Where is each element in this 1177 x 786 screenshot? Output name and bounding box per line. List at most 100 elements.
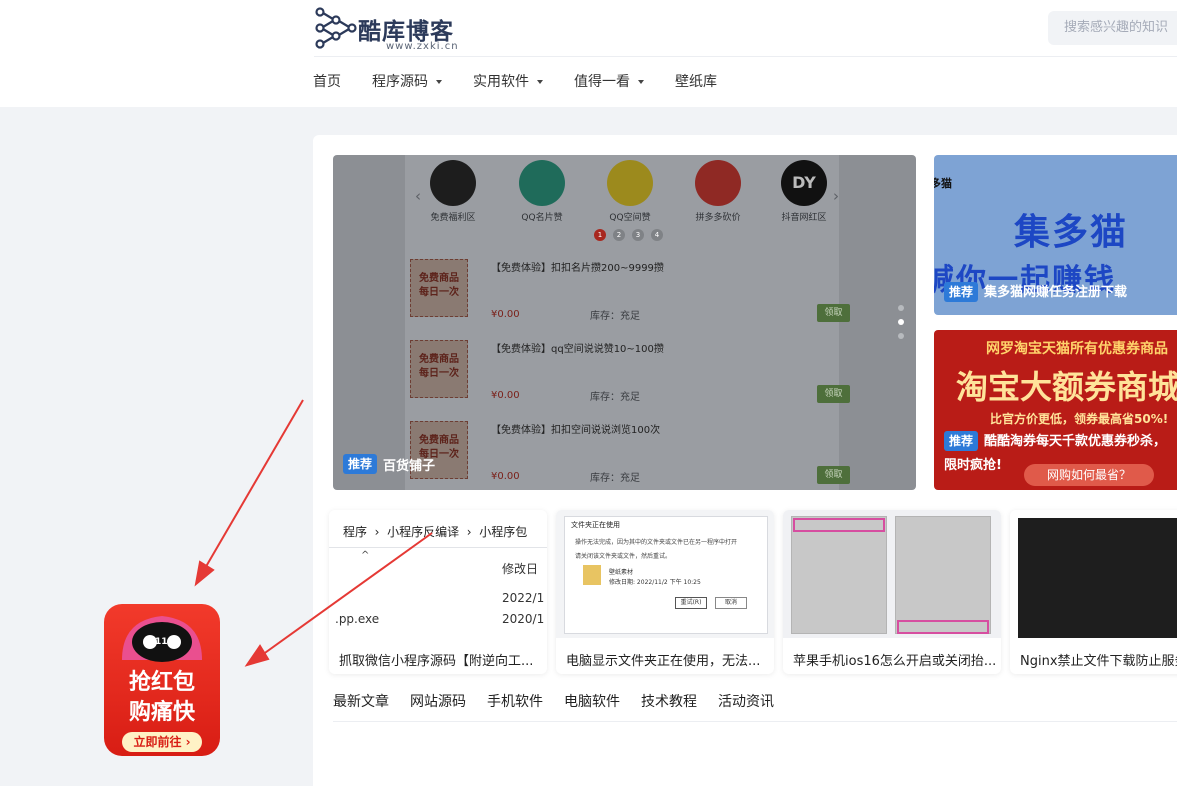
dialog-line: 操作无法完成，因为其中的文件夹或文件已在另一程序中打开 [575,539,738,546]
nav-label: 壁纸库 [675,74,717,90]
product-row[interactable]: 免费商品 每日一次 【免费体验】扣扣名片攒200~9999攒 ¥0.00 库存：充… [405,253,850,333]
breadcrumb-part: 程序 [343,525,368,539]
nav-label: 实用软件 [473,74,529,90]
folder-name: 壁纸素材 [609,569,634,576]
ad-brand: 双11 [146,637,168,647]
icon-label: QQ空间赞 [609,213,651,223]
banner-jiduomao[interactable]: 多猫 集多猫 喊你一起赚钱 推荐 集多猫网赚任务注册下载 [934,155,1177,315]
thumbs-up-icon [519,160,565,206]
nav-item-software[interactable]: 实用软件 [473,72,543,92]
tab-latest[interactable]: 最新文章 [333,691,389,711]
page-dot[interactable]: 1 [594,229,606,241]
douyin-icon: DY [781,160,827,206]
retry-button: 重试(R) [675,597,707,609]
carousel-caption[interactable]: 推荐 百货铺子 [343,454,435,474]
product-stock: 库存：充足 [590,473,640,484]
product-row[interactable]: 免费商品 每日一次 【免费体验】扣扣空间说说浏览100次 ¥0.00 库存：充足 … [405,415,850,490]
pinduoduo-icon [695,160,741,206]
banner-caption-text-2: 限时疯抢! [944,458,1002,473]
article-card[interactable]: 文件夹正在使用 操作无法完成，因为其中的文件夹或文件已在另一程序中打开 请关闭该… [556,510,774,674]
arrow-head [194,560,215,587]
nav-label: 首页 [313,74,341,90]
ad-go-button[interactable]: 立即前往 › [122,732,202,752]
recommend-badge: 推荐 [944,282,979,302]
product-price: ¥0.00 [491,471,520,482]
tab-activities[interactable]: 活动资讯 [718,691,774,711]
article-thumbnail [783,510,1001,638]
file-date: 2022/1 [502,591,545,605]
nav-item-home[interactable]: 首页 [313,72,341,92]
product-title: 【免费体验】qq空间说说赞10~100攒 [491,344,664,355]
floating-red-packet-ad[interactable]: 双11 抢红包 购痛快 立即前往 › [102,600,222,760]
tab-mobile-software[interactable]: 手机软件 [487,691,543,711]
search-input[interactable]: 搜索感兴趣的知识 [1048,11,1177,45]
welfare-icon [430,160,476,206]
cancel-button: 取消 [715,597,747,609]
indicator-dot-active[interactable] [898,319,904,325]
nav-item-wallpapers[interactable]: 壁纸库 [675,72,717,92]
header-divider [314,56,1177,57]
product-image-text: 免费商品 每日一次 [419,273,459,298]
dialog-screenshot: 文件夹正在使用 操作无法完成，因为其中的文件夹或文件已在另一程序中打开 请关闭该… [564,516,768,634]
page-dot[interactable]: 3 [632,229,644,241]
arrow-head [244,644,270,667]
chevron-left-icon[interactable]: ‹ [415,187,421,205]
product-price: ¥0.00 [491,390,520,401]
page-dot[interactable]: 2 [613,229,625,241]
arrow-line [203,399,304,571]
chevron-right-icon: › [462,525,476,539]
product-stock: 库存：充足 [590,311,640,322]
nav-item-source-code[interactable]: 程序源码 [372,72,442,92]
explorer-breadcrumb: 程序 › 小程序反编译 › 小程序包 [343,523,527,540]
file-date: 2020/1 [502,612,545,626]
breadcrumb-part: 小程序包 [479,525,528,539]
tab-website-source[interactable]: 网站源码 [410,691,466,711]
banner-taobao-coupon[interactable]: 网罗淘宝天猫所有优惠券商品 淘宝大额券商城 比官方价更低，领券最高省50%! 网… [934,330,1177,490]
settings-screenshot-right [895,516,991,634]
icon-label: 拼多多砍价 [695,213,741,223]
product-row[interactable]: 免费商品 每日一次 【免费体验】qq空间说说赞10~100攒 ¥0.00 库存：充… [405,334,850,414]
indicator-dot[interactable] [898,333,904,339]
article-card[interactable]: Nginx禁止文件下载防止服务... [1010,510,1177,674]
banner-art-sub: 比官方价更低，领券最高省50%! [990,412,1169,426]
icon-label: 抖音网红区 [781,213,827,223]
highlight-box [897,620,989,634]
article-title: 抓取微信小程序源码【附逆向工... [339,654,534,669]
folder-date: 修改日期: 2022/11/2 下午 10:25 [609,579,701,586]
page-dot[interactable]: 4 [651,229,663,241]
ad-line2: 购痛快 [128,700,195,725]
chevron-right-icon: › [370,525,384,539]
chevron-right-icon[interactable]: › [833,187,839,205]
banner-corner-text: 多猫 [934,177,952,190]
nav-item-worth-seeing[interactable]: 值得一看 [574,72,644,92]
banner-caption-text: 酷酷淘券每天千款优惠券秒杀， [984,434,1167,449]
featured-carousel[interactable]: ‹ › 免费福利区 QQ名片赞 QQ空间赞 拼多多砍价 DY 抖音网红区 1 2… [333,155,916,490]
claim-button[interactable]: 领取 [817,304,850,322]
product-image: 免费商品 每日一次 [410,259,468,317]
category-tabs: 最新文章 网站源码 手机软件 电脑软件 技术教程 活动资讯 [333,691,795,711]
banner-art-top: 网罗淘宝天猫所有优惠券商品 [986,341,1168,357]
article-card[interactable]: 程序 › 小程序反编译 › 小程序包 ^ 修改日 2022/1 2020/1 .… [329,510,547,674]
claim-button[interactable]: 领取 [817,385,850,403]
indicator-dot[interactable] [898,305,904,311]
site-logo[interactable]: 酷库博客 www.zxki.cn [314,6,464,52]
caret-down-icon [537,80,543,84]
dialog-title: 文件夹正在使用 [571,521,620,529]
product-stock: 库存：充足 [590,392,640,403]
icon-label: QQ名片赞 [521,213,563,223]
breadcrumb-part: 小程序反编译 [387,525,460,539]
claim-button[interactable]: 领取 [817,466,850,484]
tab-pc-software[interactable]: 电脑软件 [564,691,620,711]
main-nav: 首页 程序源码 实用软件 值得一看 壁纸库 [313,72,748,92]
star-icon [607,160,653,206]
carousel-indicators[interactable] [898,305,904,347]
recommend-badge: 推荐 [343,454,378,474]
divider [329,547,547,548]
banner-caption-text: 集多猫网赚任务注册下载 [984,285,1128,300]
highlight-box [793,518,885,532]
article-card[interactable]: 苹果手机ios16怎么开启或关闭抬... [783,510,1001,674]
column-header: 修改日 [502,562,539,576]
banner-caption: 推荐 酷酷淘券每天千款优惠券秒杀， 限时疯抢! [944,430,1166,478]
tab-tutorials[interactable]: 技术教程 [641,691,697,711]
product-title: 【免费体验】扣扣名片攒200~9999攒 [491,263,664,274]
